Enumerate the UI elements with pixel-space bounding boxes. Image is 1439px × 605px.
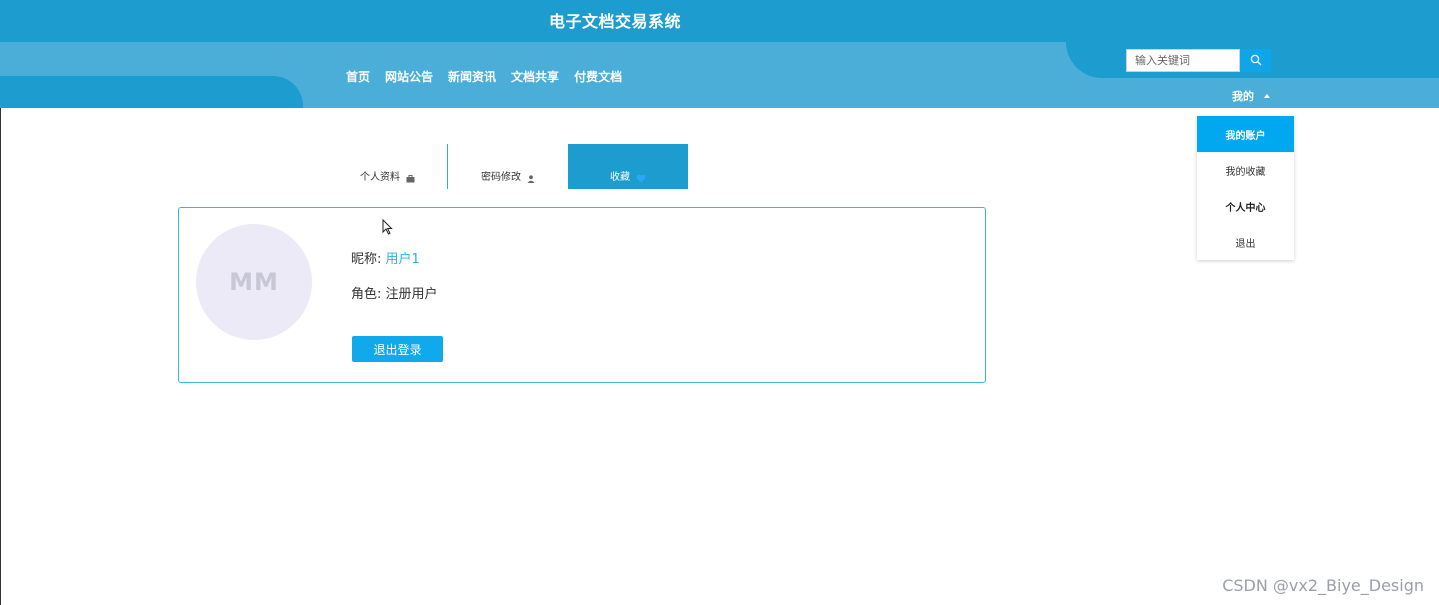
briefcase-icon bbox=[406, 175, 415, 183]
role-value: 注册用户 bbox=[385, 287, 438, 302]
search-input[interactable] bbox=[1126, 49, 1240, 72]
role-row: 角色: 注册用户 bbox=[351, 283, 438, 302]
role-label: 角色: bbox=[351, 287, 382, 302]
watermark-text: CSDN @vx2_Biye_Design bbox=[1222, 576, 1424, 595]
nav-item-announcements[interactable]: 网站公告 bbox=[379, 68, 442, 85]
caret-up-icon bbox=[1264, 94, 1270, 98]
my-menu-label: 我的 bbox=[1232, 90, 1254, 103]
nav-item-home[interactable]: 首页 bbox=[340, 68, 379, 85]
nickname-label: 昵称: bbox=[351, 252, 382, 267]
tab-favorites[interactable]: 收藏 bbox=[568, 144, 688, 189]
nav-item-paid-docs[interactable]: 付费文档 bbox=[568, 68, 631, 85]
my-menu-toggle[interactable]: 我的 bbox=[1232, 88, 1270, 104]
profile-card: MM 昵称: 用户1 角色: 注册用户 退出登录 bbox=[178, 207, 986, 383]
nickname-row: 昵称: 用户1 bbox=[351, 248, 420, 267]
nav-item-doc-sharing[interactable]: 文档共享 bbox=[505, 68, 568, 85]
tab-change-password-label: 密码修改 bbox=[481, 172, 521, 183]
my-dropdown-menu: 我的账户 我的收藏 个人中心 退出 bbox=[1197, 116, 1294, 260]
search-box bbox=[1126, 49, 1271, 72]
avatar: MM bbox=[196, 224, 312, 340]
dropdown-item-my-account[interactable]: 我的账户 bbox=[1197, 116, 1294, 152]
tab-profile-label: 个人资料 bbox=[360, 172, 400, 183]
nav-item-news[interactable]: 新闻资讯 bbox=[442, 68, 505, 85]
tab-favorites-label: 收藏 bbox=[610, 172, 630, 183]
tab-profile[interactable]: 个人资料 bbox=[328, 144, 448, 189]
dropdown-item-my-favorites[interactable]: 我的收藏 bbox=[1197, 152, 1294, 188]
logout-button[interactable]: 退出登录 bbox=[352, 336, 443, 362]
dropdown-item-personal-center[interactable]: 个人中心 bbox=[1197, 188, 1294, 224]
nickname-value: 用户1 bbox=[385, 252, 420, 267]
tab-change-password[interactable]: 密码修改 bbox=[448, 144, 568, 189]
heart-icon bbox=[636, 174, 646, 183]
avatar-initials: MM bbox=[229, 268, 279, 296]
search-icon bbox=[1250, 51, 1262, 70]
header-wave-left bbox=[0, 76, 303, 108]
mouse-cursor-icon bbox=[382, 218, 393, 239]
dropdown-item-logout[interactable]: 退出 bbox=[1197, 224, 1294, 260]
profile-tabs: 个人资料 密码修改 收藏 bbox=[328, 144, 688, 189]
main-nav: 首页 网站公告 新闻资讯 文档共享 付费文档 bbox=[340, 68, 631, 85]
site-title: 电子文档交易系统 bbox=[548, 12, 681, 31]
user-icon bbox=[527, 175, 535, 183]
search-button[interactable] bbox=[1240, 49, 1271, 72]
